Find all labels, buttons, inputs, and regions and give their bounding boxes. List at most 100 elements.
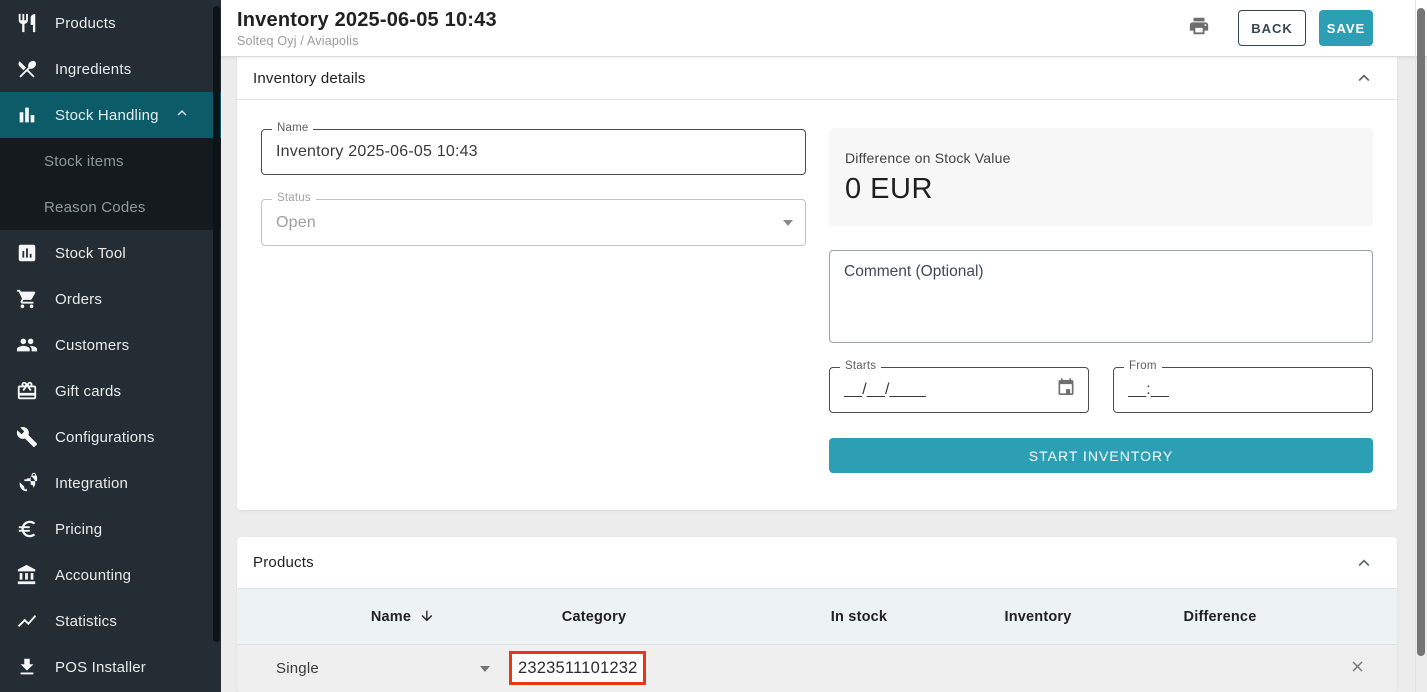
product-code-field-highlighted — [509, 651, 646, 685]
shopping-cart-icon — [15, 287, 39, 311]
print-button[interactable] — [1182, 11, 1216, 45]
sidebar-item-stock-items[interactable]: Stock items — [0, 138, 221, 184]
dropdown-arrow-icon — [783, 220, 793, 226]
column-header-difference[interactable]: Difference — [1184, 609, 1257, 625]
status-field[interactable]: Status Open — [261, 199, 806, 246]
difference-label: Difference on Stock Value — [845, 150, 1357, 166]
sidebar-item-label: Gift cards — [55, 383, 121, 400]
inventory-details-card: Inventory details Name Status Open Diffe… — [237, 57, 1397, 510]
starts-date-input[interactable] — [830, 368, 1088, 412]
difference-value: 0 EUR — [845, 173, 1357, 206]
name-field: Name — [261, 129, 806, 175]
page-scrollbar-thumb[interactable] — [1417, 8, 1425, 656]
euro-icon — [15, 517, 39, 541]
close-icon — [1349, 658, 1366, 680]
product-row: Single — [237, 645, 1397, 692]
sidebar-scrollbar[interactable] — [213, 6, 220, 642]
page-scrollbar-track[interactable] — [1415, 0, 1427, 692]
save-button[interactable]: SAVE — [1319, 10, 1373, 46]
app-window: Products Ingredients Stock Handling Stoc… — [0, 0, 1427, 692]
main-area: Inventory 2025-06-05 10:43 Solteq Oyj / … — [221, 0, 1427, 692]
collapse-chevron-up-icon[interactable] — [1353, 67, 1375, 89]
sidebar-item-stock-tool[interactable]: Stock Tool — [0, 230, 221, 276]
page-title: Inventory 2025-06-05 10:43 — [237, 9, 497, 32]
column-header-inventory[interactable]: Inventory — [1004, 609, 1071, 625]
fork-knife-crossed-icon — [15, 57, 39, 81]
sidebar-item-label: Statistics — [55, 613, 117, 630]
sidebar-item-products[interactable]: Products — [0, 0, 221, 46]
sidebar-item-label: Products — [55, 15, 116, 32]
sidebar-item-stock-handling[interactable]: Stock Handling — [0, 92, 221, 138]
sidebar-subgroup-stock-handling: Stock items Reason Codes — [0, 138, 221, 230]
sidebar-item-label: Accounting — [55, 567, 131, 584]
printer-icon — [1188, 15, 1210, 42]
name-field-label: Name — [272, 122, 313, 134]
inventory-details-section-header[interactable]: Inventory details — [237, 57, 1397, 100]
starts-field-label: Starts — [840, 360, 881, 372]
column-header-name[interactable]: Name — [371, 606, 435, 628]
products-table-header: Name Category In stock Inventory Differe… — [237, 589, 1397, 645]
column-label: Name — [371, 609, 411, 625]
sidebar-item-accounting[interactable]: Accounting — [0, 552, 221, 598]
bank-icon — [15, 563, 39, 587]
products-card: Products Name Category In stock Inventor… — [237, 537, 1397, 692]
from-field: From — [1113, 367, 1373, 413]
status-field-label: Status — [272, 192, 316, 204]
sort-descending-icon — [411, 606, 435, 628]
people-icon — [15, 333, 39, 357]
column-header-category[interactable]: Category — [562, 609, 626, 625]
column-header-in-stock[interactable]: In stock — [831, 609, 887, 625]
calendar-icon[interactable] — [1056, 378, 1076, 403]
sidebar-item-label: Pricing — [55, 521, 102, 538]
sidebar-subitem-label: Stock items — [44, 153, 124, 170]
breadcrumb: Solteq Oyj / Aviapolis — [237, 34, 497, 48]
page-header: Inventory 2025-06-05 10:43 Solteq Oyj / … — [221, 0, 1427, 57]
comment-field — [829, 250, 1373, 343]
download-icon — [15, 655, 39, 679]
sidebar-item-reason-codes[interactable]: Reason Codes — [0, 184, 221, 230]
row-type-selected-value: Single — [264, 660, 319, 677]
assessment-icon — [15, 241, 39, 265]
sidebar-item-pos-installer[interactable]: POS Installer — [0, 644, 221, 690]
content-area: Inventory details Name Status Open Diffe… — [221, 57, 1427, 692]
globe-lock-icon — [15, 471, 39, 495]
sidebar-item-label: Configurations — [55, 429, 155, 446]
sidebar-item-label: Integration — [55, 475, 128, 492]
from-time-input[interactable] — [1114, 368, 1372, 412]
bar-chart-icon — [15, 103, 39, 127]
name-input[interactable] — [262, 130, 805, 174]
sidebar-item-customers[interactable]: Customers — [0, 322, 221, 368]
restaurant-icon — [15, 11, 39, 35]
sidebar-item-orders[interactable]: Orders — [0, 276, 221, 322]
chevron-up-icon — [173, 104, 191, 127]
gift-icon — [15, 379, 39, 403]
line-chart-icon — [15, 609, 39, 633]
wrench-icon — [15, 425, 39, 449]
difference-panel: Difference on Stock Value 0 EUR — [829, 128, 1373, 226]
start-inventory-button[interactable]: START INVENTORY — [829, 438, 1373, 473]
comment-textarea[interactable] — [829, 250, 1373, 343]
sidebar-subitem-label: Reason Codes — [44, 199, 146, 216]
status-selected-value: Open — [262, 200, 805, 245]
collapse-chevron-up-icon[interactable] — [1353, 552, 1375, 574]
sidebar-item-gift-cards[interactable]: Gift cards — [0, 368, 221, 414]
remove-row-button[interactable] — [1349, 658, 1366, 680]
sidebar-item-configurations[interactable]: Configurations — [0, 414, 221, 460]
sidebar-item-pricing[interactable]: Pricing — [0, 506, 221, 552]
sidebar-item-statistics[interactable]: Statistics — [0, 598, 221, 644]
product-code-input[interactable] — [512, 654, 643, 682]
title-block: Inventory 2025-06-05 10:43 Solteq Oyj / … — [237, 9, 497, 48]
from-field-label: From — [1124, 360, 1162, 372]
row-type-select[interactable]: Single — [264, 645, 490, 692]
sidebar-item-label: Ingredients — [55, 61, 131, 78]
back-button[interactable]: BACK — [1238, 10, 1306, 46]
starts-field: Starts — [829, 367, 1089, 413]
sidebar-item-label: POS Installer — [55, 659, 146, 676]
sidebar-item-label: Customers — [55, 337, 129, 354]
products-section-header[interactable]: Products — [237, 537, 1397, 589]
sidebar-item-ingredients[interactable]: Ingredients — [0, 46, 221, 92]
sidebar: Products Ingredients Stock Handling Stoc… — [0, 0, 221, 692]
section-title: Products — [253, 554, 314, 571]
sidebar-item-integration[interactable]: Integration — [0, 460, 221, 506]
dropdown-arrow-icon — [480, 666, 490, 672]
